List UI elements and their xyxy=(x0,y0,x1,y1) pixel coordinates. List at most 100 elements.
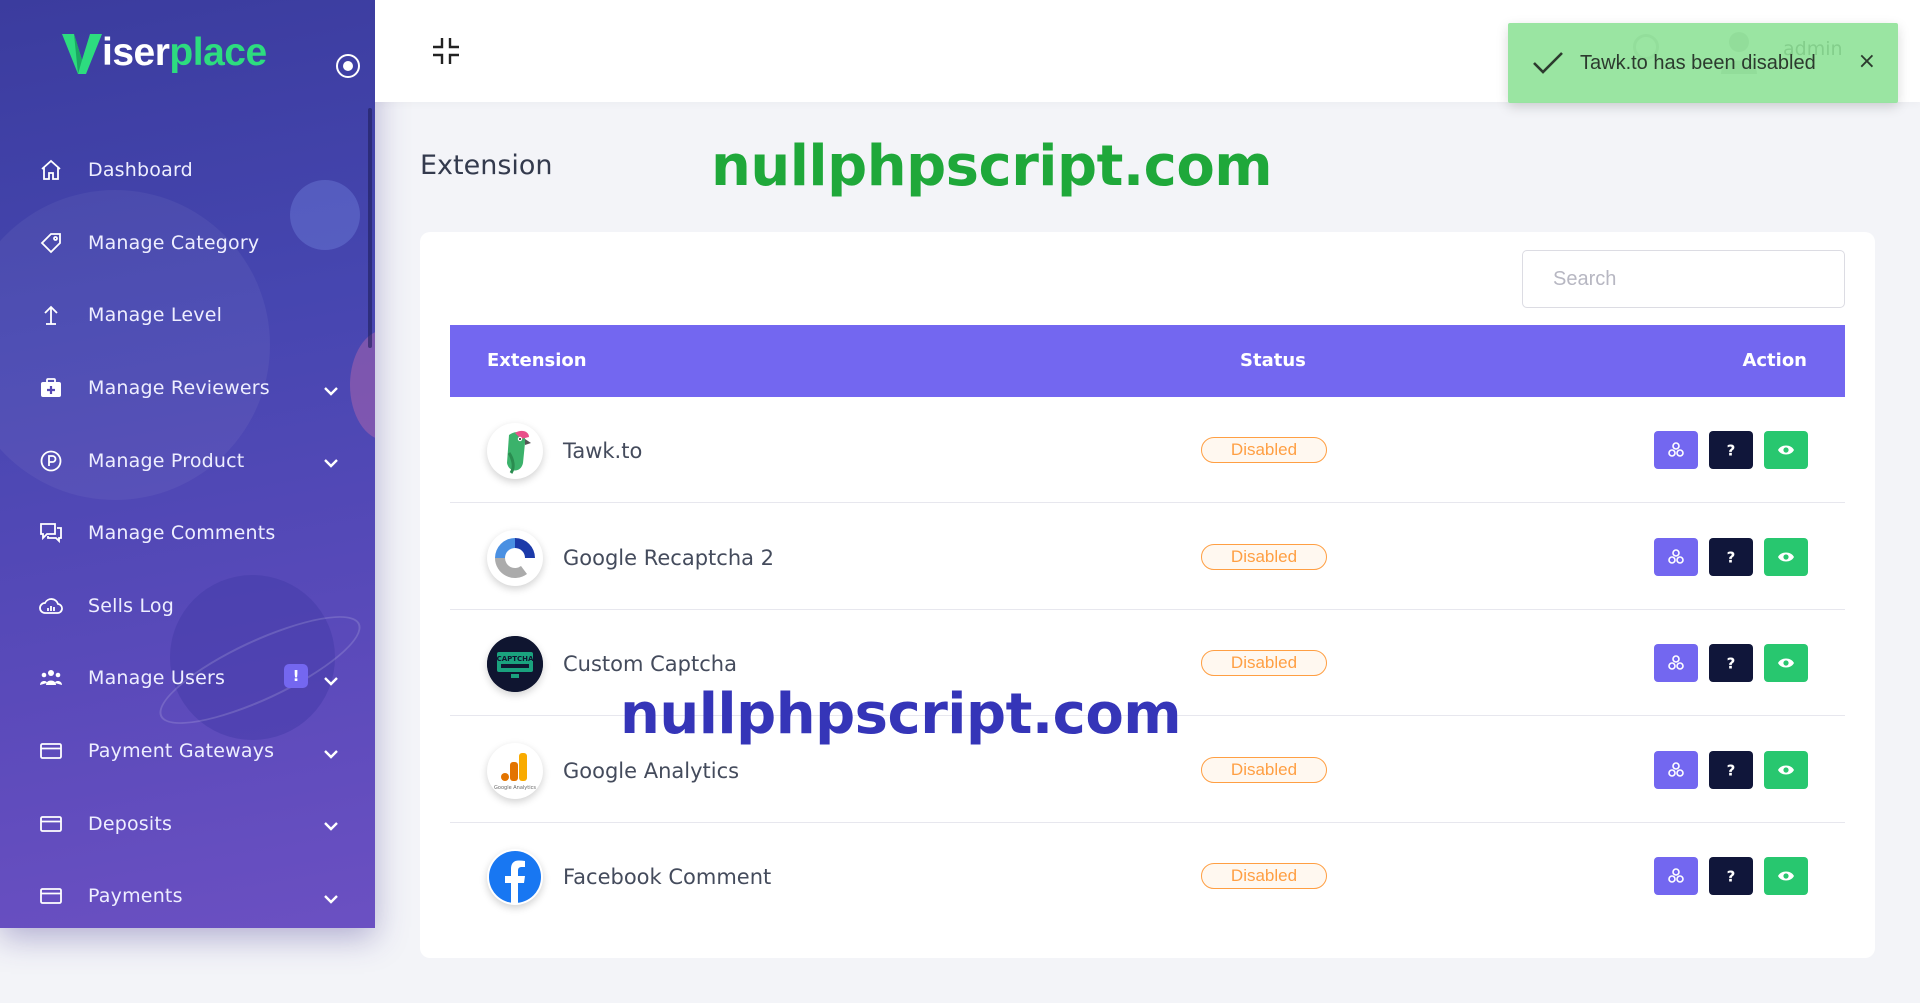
help-button[interactable]: ? xyxy=(1709,750,1753,789)
brand-logo[interactable]: iserplace xyxy=(60,30,267,76)
extension-name: Tawk.to xyxy=(563,439,643,463)
exit-fullscreen-icon[interactable] xyxy=(431,36,461,66)
sidebar-toggle-button[interactable] xyxy=(336,54,360,78)
help-button[interactable]: ? xyxy=(1709,431,1753,469)
product-p-icon xyxy=(38,448,64,474)
success-toast: Tawk.to has been disabled × xyxy=(1508,23,1898,103)
sidebar-item-sells-log[interactable]: Sells Log xyxy=(0,570,375,643)
sidebar-item-manage-reviewers[interactable]: Manage Reviewers xyxy=(0,352,375,425)
column-header-extension: Extension xyxy=(487,350,587,371)
sidebar-item-label: Deposits xyxy=(88,812,173,835)
configure-button[interactable] xyxy=(1654,644,1698,682)
cogs-icon xyxy=(1668,548,1684,564)
configure-button[interactable] xyxy=(1654,431,1698,469)
chevron-down-icon xyxy=(324,895,338,904)
logo-text: iserplace xyxy=(102,31,267,75)
view-button[interactable] xyxy=(1764,644,1808,682)
sidebar-item-payments[interactable]: Payments xyxy=(0,860,375,928)
svg-text:?: ? xyxy=(1727,442,1736,460)
question-icon: ? xyxy=(1727,655,1736,673)
help-button[interactable]: ? xyxy=(1709,644,1753,682)
sidebar-item-label: Payment Gateways xyxy=(88,740,275,763)
facebook-icon xyxy=(487,849,543,905)
sidebar-nav: Dashboard Manage Category Manage Level M… xyxy=(0,134,375,928)
sidebar-item-manage-category[interactable]: Manage Category xyxy=(0,207,375,280)
help-button[interactable]: ? xyxy=(1709,857,1753,895)
sidebar-item-payment-gateways[interactable]: Payment Gateways xyxy=(0,715,375,788)
page-title: Extension xyxy=(420,150,553,181)
table-row: Facebook Comment Disabled ? xyxy=(450,823,1845,929)
action-buttons: ? xyxy=(1654,750,1808,789)
column-header-action: Action xyxy=(1742,350,1807,371)
sidebar-item-label: Manage Users xyxy=(88,667,226,690)
view-button[interactable] xyxy=(1764,431,1808,469)
sidebar-item-manage-level[interactable]: Manage Level xyxy=(0,279,375,352)
briefcase-plus-icon xyxy=(38,375,64,401)
view-button[interactable] xyxy=(1764,750,1808,789)
sidebar-item-deposits[interactable]: Deposits xyxy=(0,787,375,860)
table-row: Google Recaptcha 2 Disabled ? xyxy=(450,504,1845,610)
chevron-down-icon xyxy=(324,459,338,469)
table-header: Extension Status Action xyxy=(450,325,1845,397)
extension-name: Google Analytics xyxy=(563,758,740,783)
question-icon: ? xyxy=(1727,868,1736,886)
sidebar-item-label: Manage Category xyxy=(88,231,260,254)
action-buttons: ? xyxy=(1654,857,1808,895)
view-button[interactable] xyxy=(1764,537,1808,576)
users-icon xyxy=(38,665,64,691)
close-icon[interactable]: × xyxy=(1858,49,1876,74)
action-buttons: ? xyxy=(1654,537,1808,576)
svg-text:?: ? xyxy=(1727,761,1736,779)
sidebar-item-label: Manage Reviewers xyxy=(88,377,270,400)
extensions-card: Extension Status Action Tawk.to Disabled… xyxy=(420,232,1875,958)
sidebar-item-manage-product[interactable]: Manage Product xyxy=(0,424,375,497)
card-icon xyxy=(38,883,64,909)
sidebar-item-label: Manage Level xyxy=(88,304,223,327)
cloud-chart-icon xyxy=(38,593,64,619)
recaptcha-icon xyxy=(487,529,543,586)
extension-name: Google Recaptcha 2 xyxy=(563,545,775,570)
cogs-icon xyxy=(1668,868,1684,883)
chevron-down-icon xyxy=(324,822,338,832)
eye-icon xyxy=(1778,658,1794,668)
captcha-icon: CAPTCHA xyxy=(487,636,543,692)
status-badge: Disabled xyxy=(1201,650,1327,676)
sidebar-item-dashboard[interactable]: Dashboard xyxy=(0,134,375,207)
chevron-down-icon xyxy=(324,386,338,396)
configure-button[interactable] xyxy=(1654,750,1698,789)
view-button[interactable] xyxy=(1764,857,1808,895)
card-icon xyxy=(38,811,64,837)
svg-text:?: ? xyxy=(1727,868,1736,886)
watermark-text: nullphpscript.com xyxy=(620,682,1182,747)
cogs-icon xyxy=(1668,761,1684,777)
sidebar-item-manage-comments[interactable]: Manage Comments xyxy=(0,497,375,570)
status-badge: Disabled xyxy=(1201,863,1327,889)
cogs-icon xyxy=(1668,655,1684,670)
extension-name: Custom Captcha xyxy=(563,652,737,676)
sidebar-item-label: Payments xyxy=(88,885,183,908)
search-input[interactable] xyxy=(1522,250,1845,308)
extension-name: Facebook Comment xyxy=(563,865,772,889)
configure-button[interactable] xyxy=(1654,537,1698,576)
configure-button[interactable] xyxy=(1654,857,1698,895)
cogs-icon xyxy=(1668,442,1684,457)
status-badge: Disabled xyxy=(1201,437,1327,463)
tag-icon xyxy=(38,230,64,256)
google-analytics-icon: Google Analytics xyxy=(487,742,543,799)
table-row: Tawk.to Disabled ? xyxy=(450,397,1845,503)
svg-text:?: ? xyxy=(1727,548,1736,566)
logo-text-green: place xyxy=(169,31,267,74)
column-header-status: Status xyxy=(1240,350,1306,371)
status-badge: Disabled xyxy=(1201,543,1327,570)
chevron-down-icon xyxy=(324,749,338,759)
question-icon: ? xyxy=(1727,442,1736,460)
toast-message: Tawk.to has been disabled xyxy=(1580,51,1816,74)
sidebar-item-label: Dashboard xyxy=(88,159,193,182)
captcha-icon-text: CAPTCHA xyxy=(497,655,534,663)
help-button[interactable]: ? xyxy=(1709,537,1753,576)
logo-v-icon xyxy=(62,34,102,74)
sidebar-item-manage-users[interactable]: Manage Users ! xyxy=(0,642,375,715)
eye-icon xyxy=(1778,765,1794,774)
alert-badge: ! xyxy=(284,664,308,689)
chevron-down-icon xyxy=(324,677,338,686)
